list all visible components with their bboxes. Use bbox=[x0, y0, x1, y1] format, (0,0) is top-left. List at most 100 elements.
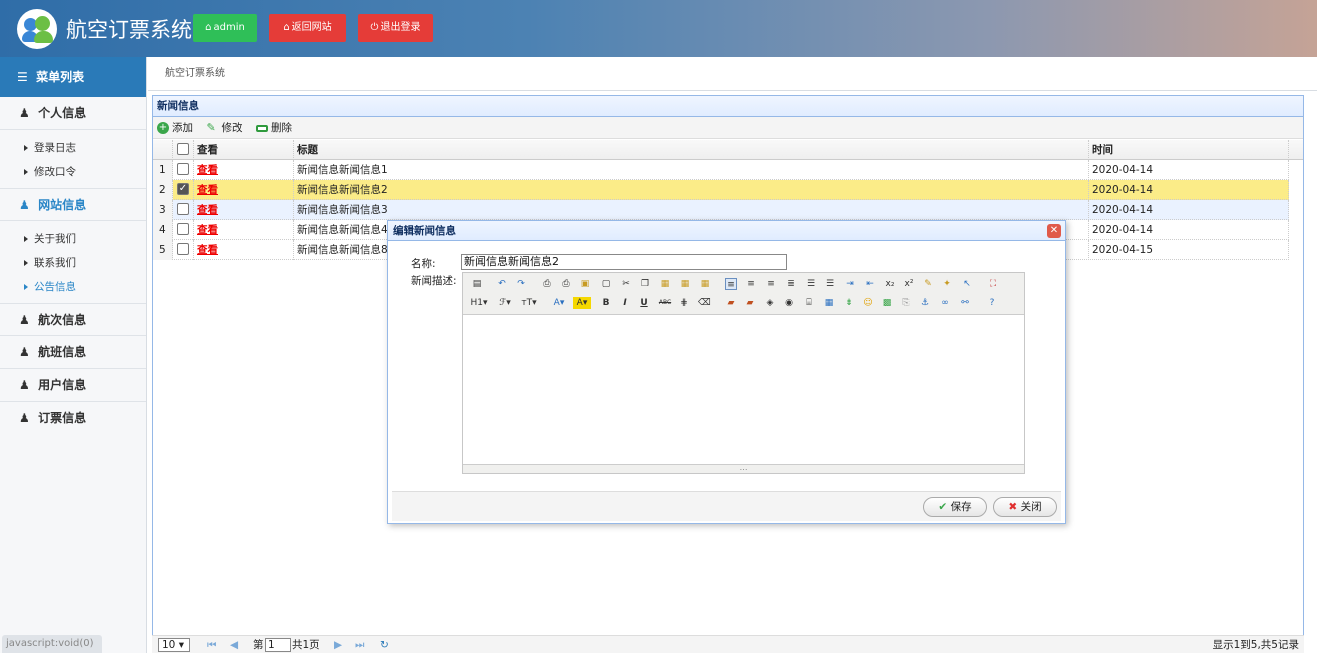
sidebar-group-flights[interactable]: ♟ 航班信息 bbox=[0, 336, 146, 369]
outdent-icon[interactable]: ⇤ bbox=[864, 278, 876, 290]
print-icon[interactable]: ⎙ bbox=[560, 278, 572, 290]
font-family-icon[interactable]: ℱ▾ bbox=[497, 297, 513, 309]
ordered-list-icon[interactable]: ☰ bbox=[805, 278, 817, 290]
sidebar-group-website[interactable]: ♟ 网站信息 bbox=[0, 188, 146, 221]
emoticon-icon[interactable]: ☺ bbox=[862, 297, 874, 309]
attachment-icon[interactable]: ⌸ bbox=[803, 297, 815, 309]
look-link[interactable]: 查看 bbox=[194, 180, 294, 200]
close-icon[interactable]: ✕ bbox=[1047, 224, 1061, 238]
source-icon[interactable]: ▤ bbox=[471, 278, 483, 290]
unordered-list-icon[interactable]: ☰ bbox=[824, 278, 836, 290]
table-icon[interactable]: ▦ bbox=[823, 297, 835, 309]
heading-icon[interactable]: H1▾ bbox=[470, 297, 488, 309]
flash-icon[interactable]: ◈ bbox=[764, 297, 776, 309]
font-color-icon[interactable]: A▾ bbox=[551, 297, 567, 309]
align-left-icon[interactable]: ≡ bbox=[725, 278, 737, 290]
paste-text-icon[interactable]: ▦ bbox=[679, 278, 691, 290]
edit-button[interactable]: ✎ 修改 bbox=[207, 117, 243, 139]
sidebar-group-voyage[interactable]: ♟ 航次信息 bbox=[0, 303, 146, 336]
header-title[interactable]: 标题 bbox=[294, 140, 1089, 160]
table-row[interactable]: 1 查看 新闻信息新闻信息1 2020-04-14 bbox=[153, 160, 1289, 180]
code-icon[interactable]: ▢ bbox=[600, 278, 612, 290]
add-button[interactable]: + 添加 bbox=[157, 117, 193, 139]
delete-button[interactable]: 删除 bbox=[256, 117, 292, 139]
save-button[interactable]: ✔ 保存 bbox=[923, 497, 987, 517]
sidebar-group-personal[interactable]: ♟ 个人信息 bbox=[0, 97, 146, 130]
check-icon[interactable]: ✓ bbox=[177, 183, 189, 195]
superscript-icon[interactable]: x² bbox=[903, 278, 915, 290]
row-checkbox[interactable] bbox=[173, 160, 194, 180]
indent-icon[interactable]: ⇥ bbox=[844, 278, 856, 290]
map-icon[interactable]: ▩ bbox=[881, 297, 893, 309]
underline-icon[interactable]: U bbox=[638, 297, 650, 309]
eraser-icon[interactable]: ⌫ bbox=[698, 297, 711, 309]
page-size-select[interactable]: 10 ▾ bbox=[158, 638, 190, 652]
first-page-icon[interactable]: ⏮ bbox=[207, 636, 216, 653]
sidebar-item-notices[interactable]: 公告信息 bbox=[0, 275, 146, 299]
multi-image-icon[interactable]: ▰ bbox=[744, 297, 756, 309]
unlink-icon[interactable]: ⚯ bbox=[959, 297, 971, 309]
rich-text-editor[interactable]: ▤ ↶ ↷ ⎙ ⎙ ▣ ▢ ✂ ❐ ▦ ▦ ▦ ≡ ≡ ≡ ≣ ☰ ☰ ⇥ ⇤ … bbox=[462, 272, 1025, 474]
strikethrough-icon[interactable]: ABC bbox=[657, 297, 673, 309]
bold-icon[interactable]: B bbox=[600, 297, 612, 309]
italic-icon[interactable]: I bbox=[619, 297, 631, 309]
align-justify-icon[interactable]: ≣ bbox=[785, 278, 797, 290]
table-row-selected[interactable]: 2 ✓ 查看 新闻信息新闻信息2 2020-04-14 bbox=[153, 180, 1289, 200]
look-link[interactable]: 查看 bbox=[194, 220, 294, 240]
select-all-icon[interactable]: ✦ bbox=[941, 278, 953, 290]
header-time[interactable]: 时间 bbox=[1089, 140, 1289, 160]
help-icon[interactable]: ? bbox=[986, 297, 998, 309]
row-checkbox[interactable]: ✓ bbox=[173, 180, 194, 200]
select-all-checkbox[interactable] bbox=[173, 140, 194, 160]
page-summary: 显示1到5,共5记录 bbox=[1212, 639, 1299, 651]
line-height-icon[interactable]: ⋕ bbox=[678, 297, 690, 309]
sidebar-item-contact[interactable]: 联系我们 bbox=[0, 251, 146, 275]
admin-button[interactable]: ⌂ admin bbox=[193, 14, 257, 42]
align-center-icon[interactable]: ≡ bbox=[745, 278, 757, 290]
redo-icon[interactable]: ↷ bbox=[515, 278, 527, 290]
undo-icon[interactable]: ↶ bbox=[496, 278, 508, 290]
table-row[interactable]: 3 查看 新闻信息新闻信息3 2020-04-14 bbox=[153, 200, 1289, 220]
cut-icon[interactable]: ✂ bbox=[620, 278, 632, 290]
preview-icon[interactable]: ⎙ bbox=[541, 278, 553, 290]
page-break-icon[interactable]: ⎘ bbox=[900, 297, 912, 309]
media-icon[interactable]: ◉ bbox=[783, 297, 795, 309]
next-page-icon[interactable]: ▶ bbox=[334, 636, 342, 653]
row-checkbox[interactable] bbox=[173, 240, 194, 260]
editor-resize-handle[interactable]: ⋯ bbox=[463, 464, 1024, 474]
page-number-input[interactable]: 1 bbox=[265, 638, 291, 652]
fullscreen-icon[interactable]: ⛶ bbox=[987, 278, 999, 290]
paste-icon[interactable]: ▦ bbox=[659, 278, 671, 290]
link-icon[interactable]: ∞ bbox=[939, 297, 951, 309]
row-checkbox[interactable] bbox=[173, 220, 194, 240]
sidebar-item-about[interactable]: 关于我们 bbox=[0, 227, 146, 251]
refresh-icon[interactable]: ↻ bbox=[380, 636, 389, 653]
cursor-icon[interactable]: ↖ bbox=[961, 278, 973, 290]
font-size-icon[interactable]: ᴛT▾ bbox=[520, 297, 538, 309]
sidebar-group-users[interactable]: ♟ 用户信息 bbox=[0, 369, 146, 402]
name-input[interactable]: 新闻信息新闻信息2 bbox=[461, 254, 787, 270]
look-link[interactable]: 查看 bbox=[194, 200, 294, 220]
image-icon[interactable]: ▰ bbox=[725, 297, 737, 309]
look-link[interactable]: 查看 bbox=[194, 160, 294, 180]
anchor-icon[interactable]: ⚓ bbox=[919, 297, 931, 309]
copy-icon[interactable]: ❐ bbox=[639, 278, 651, 290]
template-icon[interactable]: ▣ bbox=[579, 278, 591, 290]
align-right-icon[interactable]: ≡ bbox=[765, 278, 777, 290]
paste-word-icon[interactable]: ▦ bbox=[699, 278, 711, 290]
sidebar-group-bookings[interactable]: ♟ 订票信息 bbox=[0, 402, 146, 435]
subscript-icon[interactable]: x₂ bbox=[884, 278, 896, 290]
look-link[interactable]: 查看 bbox=[194, 240, 294, 260]
logout-button[interactable]: ⏻ 退出登录 bbox=[358, 14, 433, 42]
sidebar-item-login-log[interactable]: 登录日志 bbox=[0, 136, 146, 160]
user-icon: ♟ bbox=[19, 378, 30, 392]
last-page-icon[interactable]: ⏭ bbox=[355, 636, 364, 653]
row-checkbox[interactable] bbox=[173, 200, 194, 220]
back-to-site-button[interactable]: ⌂ 返回网站 bbox=[269, 14, 346, 42]
clear-format-icon[interactable]: ✎ bbox=[922, 278, 934, 290]
highlight-icon[interactable]: A▾ bbox=[573, 297, 591, 309]
close-button[interactable]: ✖ 关闭 bbox=[993, 497, 1057, 517]
sidebar-item-change-password[interactable]: 修改口令 bbox=[0, 160, 146, 184]
hr-icon[interactable]: ⇟ bbox=[843, 297, 855, 309]
prev-page-icon[interactable]: ◀ bbox=[230, 636, 238, 653]
